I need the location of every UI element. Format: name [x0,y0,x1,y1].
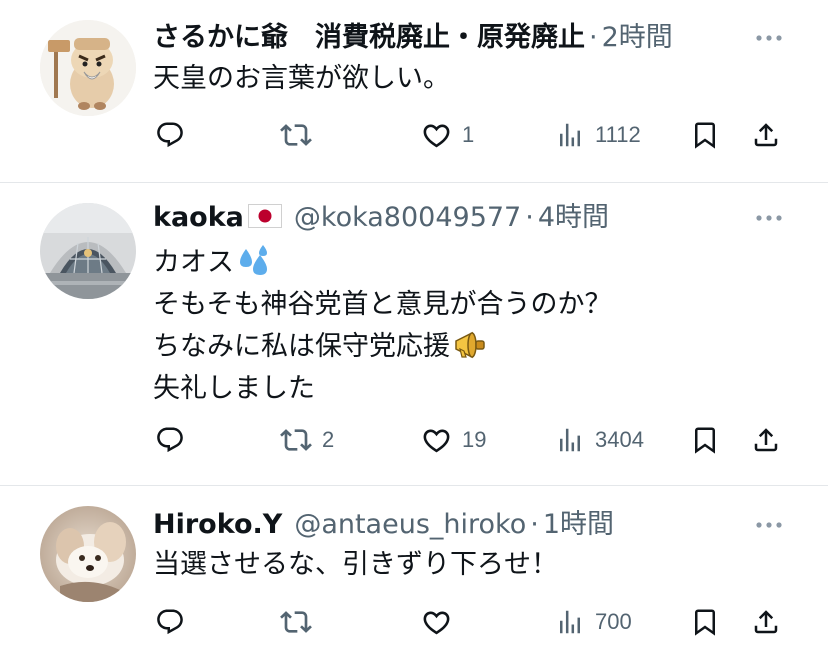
retweet-icon [280,611,312,633]
like-count: 1 [462,122,475,147]
timestamp[interactable]: 4時間 [538,198,609,238]
like-button[interactable]: 19 [421,420,486,460]
tweet-actions: 2 19 3404 [0,420,828,460]
views-count: 1112 [595,122,641,147]
heart-icon [423,611,450,634]
reply-button[interactable] [155,115,185,155]
megaphone-icon [455,331,485,358]
heart-icon [423,429,450,452]
share-button[interactable] [751,420,781,460]
share-button[interactable] [751,602,781,642]
tweet-header: Hiroko.Y @antaeus_hiroko · 1時間 [153,505,788,545]
views-count: 700 [595,609,632,634]
bookmark-icon [695,122,715,149]
retweet-icon [280,429,312,451]
more-icon [756,35,782,41]
more-icon [756,522,782,528]
tweet-1[interactable]: さるかに爺 消費税廃止・原発廃止 · 2時間 天皇のお言葉が欲しい。 1 111… [0,0,828,182]
tweet-text-line: 当選させるな、引きずり下ろせ！ [153,549,558,580]
views-button[interactable]: 3404 [555,420,644,460]
tweet-text-line: 天皇のお言葉が欲しい。 [153,63,450,94]
tweet-actions: 1 1112 [0,115,828,155]
tweet-header: さるかに爺 消費税廃止・原発廃止 · 2時間 [153,18,788,58]
retweet-button[interactable] [280,602,312,642]
avatar-image [40,506,136,602]
avatar-image [40,20,136,116]
tweet-3[interactable]: Hiroko.Y @antaeus_hiroko · 1時間 当選させるな、引き… [0,486,828,662]
tweet-text-segment: ちなみに私は保守党応援 [153,331,450,362]
sweat-droplets-icon [240,244,267,275]
tweet-text-segment: カオス [153,247,234,278]
bookmark-button[interactable] [690,602,720,642]
reply-icon [157,122,183,148]
tweet-header: kaoka @koka80049577 · 4時間 [153,198,788,238]
more-button[interactable] [754,515,784,535]
views-icon [560,428,580,452]
display-name[interactable]: kaoka [153,198,244,238]
share-icon [754,123,778,147]
display-name[interactable]: Hiroko.Y [153,505,282,545]
bookmark-button[interactable] [690,420,720,460]
share-icon [754,428,778,452]
separator-dot: · [530,509,539,540]
bookmark-icon [695,427,715,454]
like-count: 19 [462,427,487,452]
reply-button[interactable] [155,602,185,642]
reply-icon [157,609,183,635]
reply-icon [157,427,183,453]
retweet-button[interactable]: 2 [280,420,334,460]
user-handle[interactable]: @antaeus_hiroko [294,505,526,545]
tweet-text: 当選させるな、引きずり下ろせ！ [153,544,788,586]
views-button[interactable]: 1112 [555,115,641,155]
bookmark-button[interactable] [690,115,720,155]
tweet-text: カオス そもそも神谷党首と意見が合うのか？ ちなみに私は保守党応援 失礼しました [153,242,788,410]
tweet-text-line: カオス [153,242,788,284]
user-handle[interactable]: @koka80049577 [294,198,521,238]
retweet-button[interactable] [280,115,312,155]
more-button[interactable] [754,28,784,48]
views-count: 3404 [595,427,644,452]
share-icon [754,610,778,634]
retweet-count: 2 [322,427,335,452]
avatar[interactable] [40,20,136,116]
avatar-image [40,203,136,299]
timestamp[interactable]: 1時間 [543,505,614,545]
tweet-text-line: そもそも神谷党首と意見が合うのか？ [153,289,612,320]
avatar[interactable] [40,203,136,299]
tweet-2[interactable]: kaoka @koka80049577 · 4時間 カオス そもそも神谷党首と意… [0,183,828,485]
timestamp[interactable]: 2時間 [602,18,673,58]
views-icon [560,123,580,147]
tweet-text: 天皇のお言葉が欲しい。 [153,58,788,100]
separator-dot: · [589,22,598,53]
avatar[interactable] [40,506,136,602]
heart-icon [423,124,450,147]
retweet-icon [280,124,312,146]
display-name[interactable]: さるかに爺 消費税廃止・原発廃止 [153,18,585,58]
more-icon [756,215,782,221]
share-button[interactable] [751,115,781,155]
japan-flag-icon [247,204,282,228]
more-button[interactable] [754,208,784,228]
tweet-actions: 700 [0,602,828,642]
like-button[interactable]: 1 [421,115,474,155]
separator-dot: · [525,202,534,233]
views-icon [560,610,580,634]
tweet-text-line: 失礼しました [153,373,315,404]
views-button[interactable]: 700 [555,602,632,642]
reply-button[interactable] [155,420,185,460]
tweet-text-line: ちなみに私は保守党応援 [153,326,788,368]
bookmark-icon [695,609,715,636]
like-button[interactable] [421,602,452,642]
